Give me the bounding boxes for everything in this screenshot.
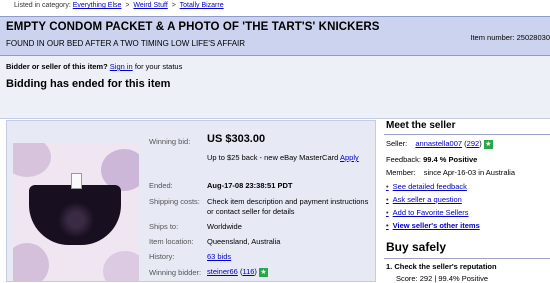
see-detailed-feedback-link[interactable]: See detailed feedback bbox=[386, 182, 467, 191]
status-box: Bidder or seller of this item? Sign in f… bbox=[0, 56, 550, 119]
breadcrumb-item-everything-else[interactable]: Everything Else bbox=[73, 2, 122, 9]
member-value: since Apr-16-03 in Australia bbox=[423, 168, 515, 177]
shipping-value-line1: Check item description and payment instr… bbox=[207, 197, 369, 206]
shipping-value-line2: or contact seller for details bbox=[207, 207, 295, 216]
sign-in-link[interactable]: Sign in bbox=[110, 62, 133, 71]
check-reputation-step: 1. Check the seller's reputation bbox=[386, 262, 497, 271]
feedback-row: Feedback: 99.4 % Positive bbox=[386, 155, 477, 164]
breadcrumb-separator: > bbox=[125, 2, 130, 9]
buy-safely-panel: Buy safely 1. Check the seller's reputat… bbox=[380, 238, 550, 283]
member-row: Member: since Apr-16-03 in Australia bbox=[386, 168, 515, 177]
item-number: Item number: 25028030 bbox=[470, 33, 550, 42]
ships-to-value: Worldwide bbox=[207, 222, 242, 231]
seller-name-link[interactable]: annastella007 bbox=[415, 139, 462, 148]
bidding-ended-message: Bidding has ended for this item bbox=[6, 78, 171, 90]
winning-bidder: steiner66 (116) ★ bbox=[207, 267, 269, 277]
winning-bidder-name[interactable]: steiner66 bbox=[207, 267, 238, 276]
divider bbox=[384, 258, 550, 259]
seller-label: Seller: bbox=[386, 139, 408, 148]
feedback-label: Feedback: bbox=[386, 155, 422, 164]
breadcrumb-item-weird-stuff[interactable]: Weird Stuff bbox=[133, 2, 167, 9]
star-icon: ★ bbox=[259, 267, 269, 277]
divider bbox=[384, 134, 550, 135]
winning-bidder-label: Winning bidder: bbox=[149, 268, 202, 277]
listing-subtitle: FOUND IN OUR BED AFTER A TWO TIMING LOW … bbox=[6, 39, 246, 48]
breadcrumb-prefix: Listed in category: bbox=[14, 2, 71, 9]
status-question-text: Bidder or seller of this item? bbox=[6, 62, 108, 71]
item-location-value: Queensland, Australia bbox=[207, 237, 281, 246]
bid-history-link[interactable]: 63 bids bbox=[207, 252, 231, 261]
feedback-value: 99.4 % Positive bbox=[423, 155, 478, 164]
reputation-score: Score: 292 | 99.4% Positive bbox=[396, 274, 488, 283]
seller-heading: Meet the seller bbox=[386, 120, 456, 131]
mastercard-promo: Up to $25 back - new eBay MasterCard App… bbox=[207, 153, 359, 162]
lace-detail bbox=[57, 203, 95, 237]
price-tag bbox=[71, 173, 82, 189]
bidder-score-close: ) bbox=[254, 267, 257, 276]
view-seller-other-items-link[interactable]: View seller's other items bbox=[386, 221, 480, 230]
buy-safely-heading: Buy safely bbox=[386, 240, 447, 254]
history-label: History: bbox=[149, 252, 175, 261]
floral-decoration bbox=[13, 243, 49, 281]
shipping-label: Shipping costs: bbox=[149, 197, 200, 206]
breadcrumb-item-totally-bizarre[interactable]: Totally Bizarre bbox=[180, 2, 224, 9]
add-to-favorite-sellers-link[interactable]: Add to Favorite Sellers bbox=[386, 208, 469, 217]
breadcrumb-separator: > bbox=[171, 2, 176, 9]
item-photo[interactable] bbox=[13, 143, 139, 281]
winning-bid-value: US $303.00 bbox=[207, 133, 266, 145]
status-question-suffix: for your status bbox=[134, 62, 183, 71]
ships-to-label: Ships to: bbox=[149, 222, 179, 231]
apply-link[interactable]: Apply bbox=[340, 153, 359, 162]
meet-the-seller-panel: Meet the seller Seller: annastella007 (2… bbox=[380, 120, 550, 232]
member-label: Member: bbox=[386, 168, 416, 177]
breadcrumb: Listed in category: Everything Else > We… bbox=[14, 2, 224, 9]
status-question: Bidder or seller of this item? Sign in f… bbox=[6, 62, 182, 71]
winning-bid-label: Winning bid: bbox=[149, 137, 191, 146]
ended-label: Ended: bbox=[149, 181, 173, 190]
listing-title: EMPTY CONDOM PACKET & A PHOTO OF 'THE TA… bbox=[6, 21, 380, 33]
item-location-label: Item location: bbox=[149, 237, 194, 246]
bidder-feedback-score[interactable]: 116 bbox=[242, 267, 254, 276]
star-icon: ★ bbox=[483, 139, 493, 149]
ended-value: Aug-17-08 23:38:51 PDT bbox=[207, 181, 293, 190]
item-details-panel: Winning bid: US $303.00 Up to $25 back -… bbox=[6, 120, 376, 282]
ask-seller-question-link[interactable]: Ask seller a question bbox=[386, 195, 462, 204]
promo-text: Up to $25 back - new eBay MasterCard bbox=[207, 153, 339, 162]
seller-feedback-score[interactable]: 292 bbox=[467, 139, 480, 148]
listing-title-box: EMPTY CONDOM PACKET & A PHOTO OF 'THE TA… bbox=[0, 16, 550, 56]
floral-decoration bbox=[13, 143, 51, 177]
seller-row: Seller: annastella007 (292) ★ bbox=[386, 139, 493, 149]
floral-decoration bbox=[103, 251, 139, 281]
seller-score-close: ) bbox=[479, 139, 482, 148]
